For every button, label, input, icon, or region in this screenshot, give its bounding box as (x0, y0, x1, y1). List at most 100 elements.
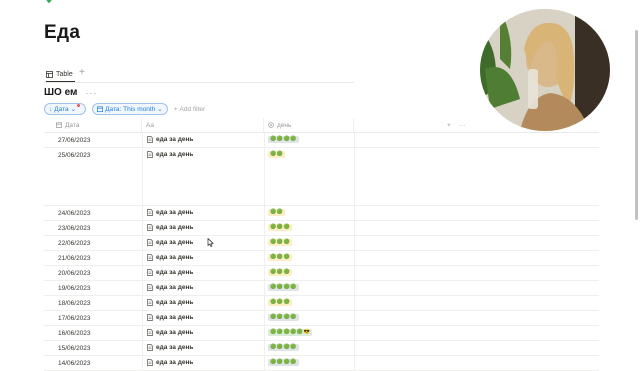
add-view-button[interactable]: + (79, 67, 85, 78)
cell-name-text: еда за день (156, 136, 194, 143)
table-row[interactable]: 14/06/2023 еда за день 🟢🟢🟢🟢 (44, 356, 599, 371)
cell-date[interactable]: 16/06/2023 (44, 326, 143, 340)
scrollbar[interactable] (635, 30, 638, 220)
table-row[interactable]: 22/06/2023 еда за день 🟢🟢🟢 (44, 236, 599, 251)
table-row[interactable]: 20/06/2023 еда за день 🟢🟢🟢 (44, 266, 599, 281)
sort-indicator-dot (77, 103, 81, 107)
page-icon (147, 151, 153, 158)
table-row[interactable]: 16/06/2023 еда за день 🟢🟢🟢🟢🟢😎 (44, 326, 599, 341)
page-title: Еда (44, 22, 81, 43)
column-header-date[interactable]: Дата (44, 118, 142, 132)
table-row[interactable]: 17/06/2023 еда за день 🟢🟢🟢🟢 (44, 311, 599, 326)
webcam-overlay (480, 9, 610, 131)
cell-empty (354, 311, 599, 325)
table-row[interactable]: 18/06/2023 еда за день 🟢🟢🟢 (44, 296, 599, 311)
cell-name[interactable]: еда за день (142, 356, 265, 370)
cell-day[interactable]: 🟢🟢🟢🟢 (264, 281, 355, 295)
cell-name[interactable]: еда за день (142, 341, 265, 355)
cell-date[interactable]: 25/06/2023 (44, 148, 143, 205)
column-header-date-label: Дата (65, 121, 80, 129)
table-row[interactable]: 21/06/2023 еда за день 🟢🟢🟢 (44, 251, 599, 266)
add-filter-button[interactable]: + Add filter (174, 106, 205, 113)
cell-name[interactable]: еда за день (142, 326, 265, 340)
cell-empty (354, 326, 599, 340)
cell-date[interactable]: 24/06/2023 (44, 206, 143, 220)
day-tag: 🟢🟢🟢🟢 (268, 314, 299, 321)
day-tag: 🟢🟢🟢 (268, 254, 293, 261)
cell-date[interactable]: 21/06/2023 (44, 251, 143, 265)
cell-day[interactable]: 🟢🟢🟢🟢 (264, 311, 355, 325)
day-tag: 🟢🟢 (268, 209, 286, 216)
cell-name[interactable]: еда за день (142, 236, 265, 250)
cell-name[interactable]: еда за день (142, 311, 265, 325)
database-title[interactable]: ШО ем ··· (44, 87, 97, 98)
day-tag: 🟢🟢🟢🟢 (268, 344, 299, 351)
cell-name[interactable]: еда за день (142, 133, 265, 147)
cell-day[interactable]: 🟢🟢🟢 (264, 221, 355, 235)
cell-name[interactable]: еда за день (142, 251, 265, 265)
table-row[interactable]: 19/06/2023 еда за день 🟢🟢🟢🟢 (44, 281, 599, 296)
add-column-button[interactable]: + (447, 122, 451, 129)
cell-day[interactable]: 🟢🟢🟢🟢🟢😎 (264, 326, 355, 340)
cell-date[interactable]: 18/06/2023 (44, 296, 143, 310)
cell-date[interactable]: 17/06/2023 (44, 311, 143, 325)
cell-empty (354, 356, 599, 370)
page-check-icon (46, 0, 52, 4)
calendar-icon (97, 106, 104, 112)
cell-name[interactable]: еда за день (142, 148, 265, 205)
cell-name-text: еда за день (156, 359, 194, 366)
tab-table[interactable]: Table (46, 68, 75, 82)
cell-date[interactable]: 14/06/2023 (44, 356, 143, 370)
cell-name-text: еда за день (156, 239, 194, 246)
cell-day[interactable]: 🟢🟢🟢 (264, 251, 355, 265)
table-row[interactable]: 27/06/2023 еда за день 🟢🟢🟢🟢 (44, 133, 599, 148)
filter-chip-label: Дата: This month (105, 105, 156, 113)
cell-day[interactable]: 🟢🟢🟢 (264, 266, 355, 280)
database-table: Дата Aa день + ··· 27/06/2023 еда за день… (44, 118, 599, 371)
plus-icon: + (173, 105, 178, 113)
status-icon (268, 122, 274, 128)
cell-date-text: 21/06/2023 (58, 255, 91, 262)
column-more-button[interactable]: ··· (459, 122, 466, 129)
cell-date-text: 25/06/2023 (58, 152, 91, 159)
sort-chip-label: Дата (54, 105, 69, 113)
cell-date[interactable]: 15/06/2023 (44, 341, 143, 355)
sort-chip[interactable]: ↓ Дата ⌄ (44, 103, 87, 115)
column-header-name[interactable]: Aa (142, 118, 264, 132)
cell-day[interactable]: 🟢🟢🟢🟢 (264, 133, 355, 147)
page-icon (147, 224, 153, 231)
table-row[interactable]: 25/06/2023 еда за день 🟢🟢 (44, 148, 599, 206)
cell-date[interactable]: 27/06/2023 (44, 133, 143, 147)
database-more-button[interactable]: ··· (85, 88, 97, 98)
cell-day[interactable]: 🟢🟢🟢🟢 (264, 341, 355, 355)
cell-day[interactable]: 🟢🟢🟢 (264, 236, 355, 250)
table-icon (46, 71, 53, 78)
filter-chip[interactable]: Дата: This month ⌄ (92, 103, 168, 115)
cell-name[interactable]: еда за день (142, 266, 265, 280)
cell-name-wrap: еда за день (147, 136, 193, 143)
cell-name[interactable]: еда за день (142, 281, 265, 295)
cell-day[interactable]: 🟢🟢🟢🟢 (264, 356, 355, 370)
day-tag: 🟢🟢🟢 (268, 224, 293, 231)
table-row[interactable]: 23/06/2023 еда за день 🟢🟢🟢 (44, 221, 599, 236)
day-tag: 🟢🟢🟢🟢🟢😎 (268, 329, 313, 336)
cell-day[interactable]: 🟢🟢 (264, 148, 355, 205)
page-icon (147, 344, 153, 351)
cell-date-text: 24/06/2023 (58, 210, 91, 217)
cell-date[interactable]: 23/06/2023 (44, 221, 143, 235)
cell-name[interactable]: еда за день (142, 296, 265, 310)
cell-day[interactable]: 🟢🟢 (264, 206, 355, 220)
cell-name-wrap: еда за день (147, 299, 193, 306)
cell-date[interactable]: 19/06/2023 (44, 281, 143, 295)
cell-name[interactable]: еда за день (142, 221, 265, 235)
cell-date[interactable]: 22/06/2023 (44, 236, 143, 250)
table-row[interactable]: 15/06/2023 еда за день 🟢🟢🟢🟢 (44, 341, 599, 356)
column-header-day[interactable]: день (264, 118, 354, 132)
cell-day[interactable]: 🟢🟢🟢 (264, 296, 355, 310)
cell-name-text: еда за день (156, 284, 194, 291)
cell-date-text: 23/06/2023 (58, 225, 91, 232)
cell-name-wrap: еда за день (147, 344, 193, 351)
table-row[interactable]: 24/06/2023 еда за день 🟢🟢 (44, 206, 599, 221)
cell-date[interactable]: 20/06/2023 (44, 266, 143, 280)
cell-name[interactable]: еда за день (142, 206, 265, 220)
